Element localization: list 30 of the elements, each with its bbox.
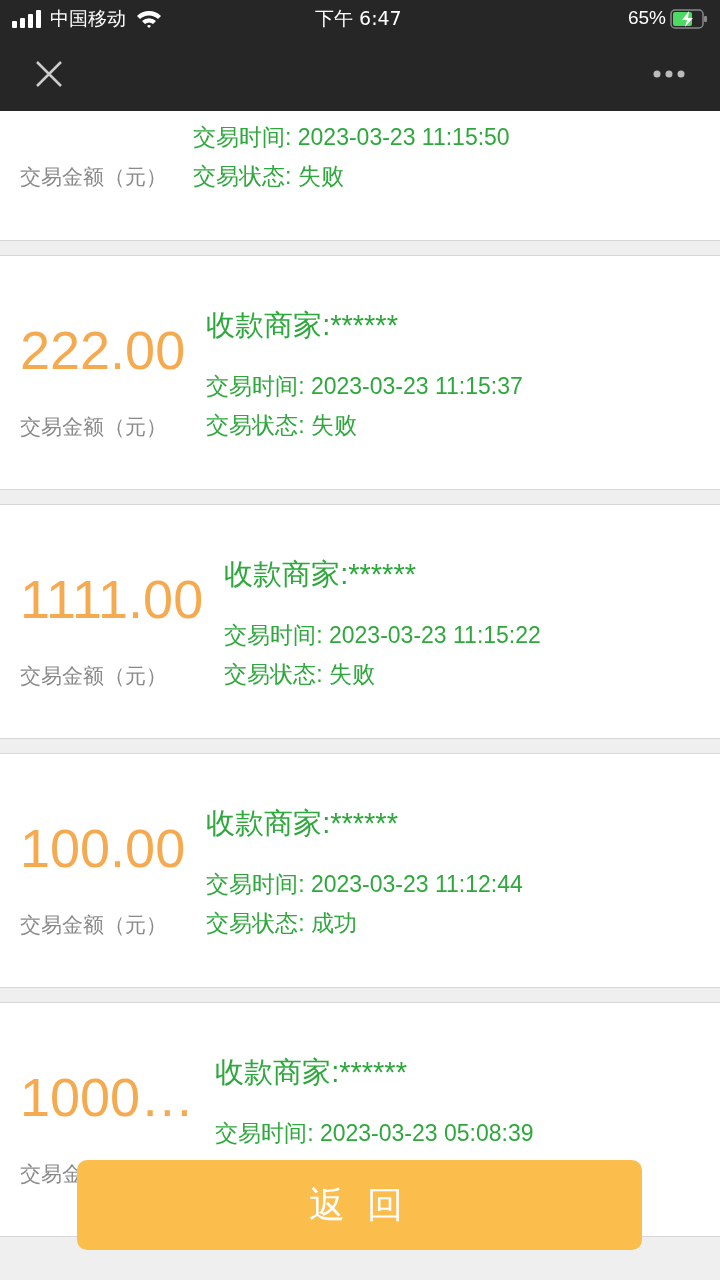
transaction-status: 交易状态: 成功 xyxy=(206,909,358,938)
transaction-time: 交易时间: 2023-03-23 11:15:37 xyxy=(206,372,523,401)
carrier-name: 中国移动 xyxy=(50,6,126,32)
amount: 222.00 xyxy=(20,320,186,380)
signal-icon xyxy=(12,9,44,28)
merchant-name: 收款商家:****** xyxy=(224,557,417,592)
transaction-time: 交易时间: 2023-03-23 11:15:22 xyxy=(224,621,541,650)
amount-label: 交易金额（元） xyxy=(20,912,168,938)
status-time: 下午 6:47 xyxy=(315,6,402,32)
back-button[interactable]: 返 回 xyxy=(77,1160,642,1250)
transaction-time: 交易时间: 2023-03-23 05:08:39 xyxy=(215,1119,534,1148)
more-icon[interactable] xyxy=(653,70,685,78)
wifi-icon xyxy=(136,9,162,28)
transaction-time: 交易时间: 2023-03-23 11:15:50 xyxy=(193,123,510,152)
amount-label: 交易金额（元） xyxy=(20,663,168,689)
merchant-name: 收款商家:****** xyxy=(215,1055,408,1090)
transaction-time: 交易时间: 2023-03-23 11:12:44 xyxy=(206,870,523,899)
amount: 100.00 xyxy=(20,818,186,878)
transaction-status: 交易状态: 失败 xyxy=(193,162,345,191)
battery-charging-icon xyxy=(670,8,708,29)
close-icon[interactable] xyxy=(35,60,63,88)
amount: 1000… xyxy=(20,1067,195,1127)
transaction-status: 交易状态: 失败 xyxy=(224,660,376,689)
battery-percentage: 65% xyxy=(627,6,666,31)
merchant-name: 收款商家:****** xyxy=(206,806,399,841)
amount: 1111.00 xyxy=(20,569,204,629)
amount-label: 交易金额（元） xyxy=(20,164,167,190)
merchant-name: 收款商家:****** xyxy=(206,308,399,343)
transaction-status: 交易状态: 失败 xyxy=(206,411,358,440)
amount-label: 交易金额（元） xyxy=(20,414,168,440)
